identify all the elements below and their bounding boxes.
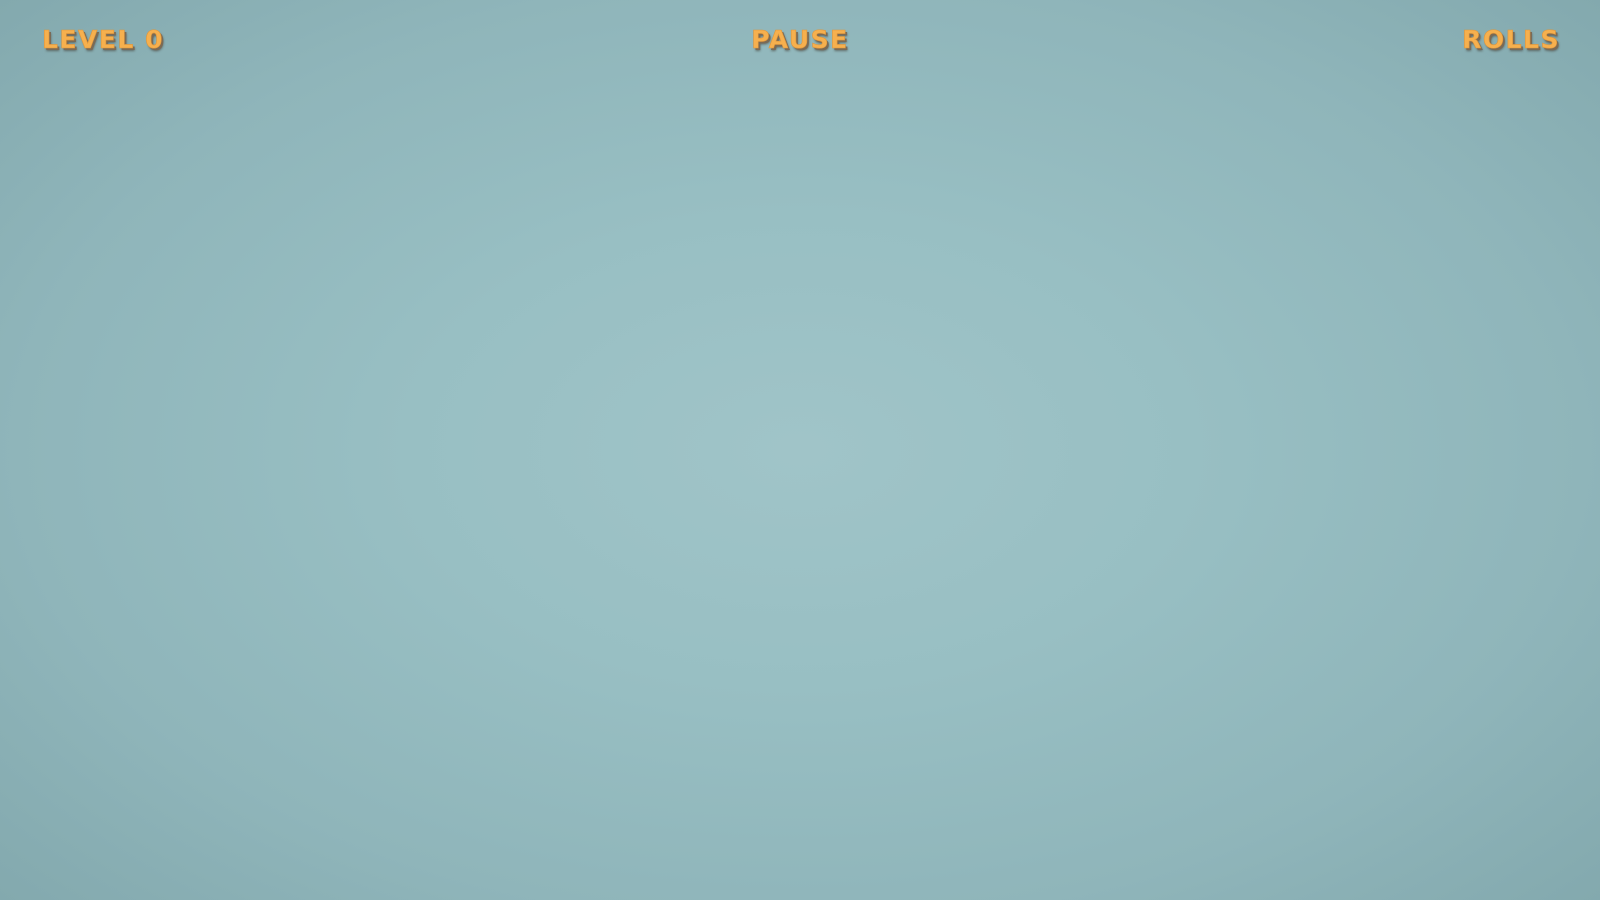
- playfield[interactable]: [0, 80, 1600, 900]
- rolls-button[interactable]: ROLLS: [1462, 24, 1560, 56]
- level-indicator: LEVEL 0: [42, 25, 164, 55]
- pause-button[interactable]: PAUSE: [751, 24, 849, 56]
